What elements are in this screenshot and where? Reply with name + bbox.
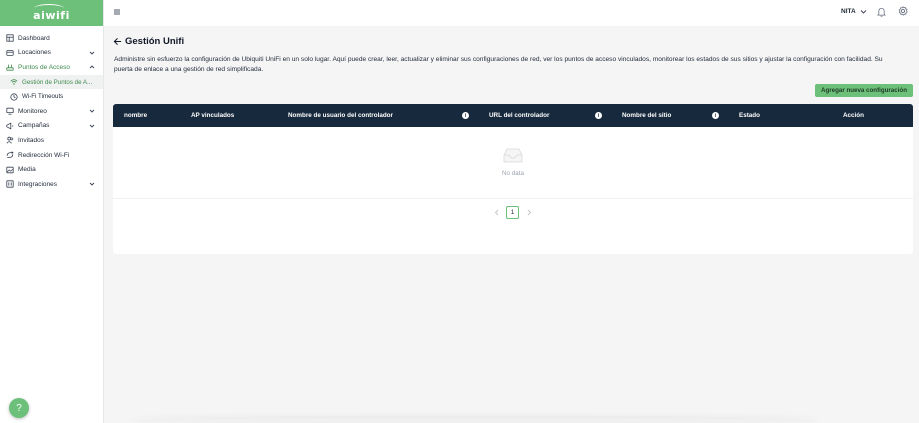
sidebar-item-label: Campañas — [18, 122, 50, 130]
integrations-icon — [6, 180, 14, 188]
divider — [113, 198, 913, 199]
pagination-next-icon[interactable] — [525, 208, 533, 217]
guests-icon — [6, 136, 14, 144]
pagination-prev-icon[interactable] — [493, 208, 501, 217]
bell-icon[interactable] — [877, 7, 886, 17]
table-header: nombre AP vinculados Nombre de usuario d… — [113, 104, 913, 127]
sidebar-item-label: Locaciones — [18, 49, 51, 57]
sidebar-item-label: Dashboard — [18, 34, 50, 42]
add-configuration-button[interactable]: Agregar nueva configuración — [815, 84, 913, 97]
sidebar-item-monitoreo[interactable]: Monitoreo — [0, 104, 103, 119]
sidebar-item-label: Monitoreo — [18, 107, 47, 115]
empty-inbox-icon — [503, 148, 523, 163]
user-name[interactable]: NITA — [841, 8, 856, 15]
page-title: Gestión Unifi — [125, 36, 185, 47]
sidebar-item-campanas[interactable]: Campañas — [0, 119, 103, 134]
info-icon[interactable]: i — [595, 112, 602, 119]
column-header-accion[interactable]: Acción — [843, 112, 864, 119]
help-button[interactable]: ? — [9, 398, 29, 418]
brand-name: aiwifi — [33, 3, 70, 22]
sidebar-item-label: Integraciones — [18, 180, 58, 188]
chevron-down-icon — [89, 108, 95, 114]
chevron-up-icon — [89, 64, 95, 70]
empty-state-text: No data — [501, 170, 525, 177]
column-header-estado[interactable]: Estado — [739, 112, 760, 119]
column-header-url-controlador[interactable]: URL del controlador — [489, 112, 549, 119]
sidebar-subitem-label: Wi-Fi Timeouts — [22, 93, 64, 101]
sidebar-subitem-gestion-puntos[interactable]: Gestión de Puntos de A... — [0, 74, 103, 90]
sidebar-item-invitados[interactable]: Invitados — [0, 133, 103, 148]
sidebar-subitem-wifi-timeouts[interactable]: Wi-Fi Timeouts — [0, 89, 103, 104]
monitor-icon — [6, 107, 14, 115]
redirect-icon — [6, 151, 14, 159]
sidebar-item-integraciones[interactable]: Integraciones — [0, 177, 103, 192]
dashboard-icon — [6, 34, 14, 42]
campaign-icon — [6, 122, 14, 130]
column-header-nombre-sitio[interactable]: Nombre del sitio — [622, 112, 671, 119]
chevron-down-icon[interactable] — [860, 8, 867, 15]
access-point-icon — [6, 63, 14, 72]
page-header: Gestión Unifi — [113, 36, 184, 47]
page-description: Administre sin esfuerzo la configuración… — [114, 56, 883, 73]
pagination-page-current[interactable]: 1 — [506, 206, 519, 219]
sidebar-item-media[interactable]: Media — [0, 162, 103, 177]
gear-icon[interactable] — [898, 6, 908, 16]
main-content: Gestión Unifi Administre sin esfuerzo la… — [104, 26, 919, 423]
chevron-down-icon — [89, 181, 95, 187]
sidebar-item-dashboard[interactable]: Dashboard — [0, 31, 103, 46]
sidebar-item-label: Invitados — [18, 136, 45, 144]
top-bar: NITA — [104, 0, 919, 26]
sidebar-item-redireccion-wifi[interactable]: Redirección Wi-Fi — [0, 148, 103, 163]
info-icon[interactable]: i — [462, 112, 469, 119]
wifi-icon — [10, 78, 18, 86]
clock-icon — [10, 93, 18, 101]
back-arrow-icon[interactable] — [113, 37, 122, 46]
column-header-ap-vinculados[interactable]: AP vinculados — [191, 112, 234, 119]
sidebar-nav: Dashboard Locaciones Puntos de Acceso Ge… — [0, 26, 103, 192]
sidebar-item-label: Media — [18, 166, 36, 174]
column-header-usuario-controlador[interactable]: Nombre de usuario del controlador — [288, 112, 393, 119]
sidebar-item-label: Puntos de Acceso — [18, 63, 71, 71]
info-icon[interactable]: i — [712, 112, 719, 119]
menu-toggle-icon[interactable] — [113, 8, 121, 16]
sidebar-item-label: Redirección Wi-Fi — [18, 151, 70, 159]
unifi-table: nombre AP vinculados Nombre de usuario d… — [113, 104, 913, 254]
chevron-down-icon — [89, 50, 95, 56]
sidebar-item-puntos-de-acceso[interactable]: Puntos de Acceso — [0, 60, 103, 75]
sidebar-item-locaciones[interactable]: Locaciones — [0, 46, 103, 61]
chevron-down-icon — [89, 123, 95, 129]
media-icon — [6, 166, 14, 174]
bottom-edge-shadow — [130, 418, 820, 423]
sidebar: aiwifi Dashboard Locaciones Puntos de Ac… — [0, 0, 104, 423]
brand-logo[interactable]: aiwifi — [0, 0, 103, 26]
column-header-nombre[interactable]: nombre — [124, 112, 147, 119]
sidebar-subitem-label: Gestión de Puntos de A... — [22, 78, 93, 86]
locations-icon — [6, 49, 14, 57]
